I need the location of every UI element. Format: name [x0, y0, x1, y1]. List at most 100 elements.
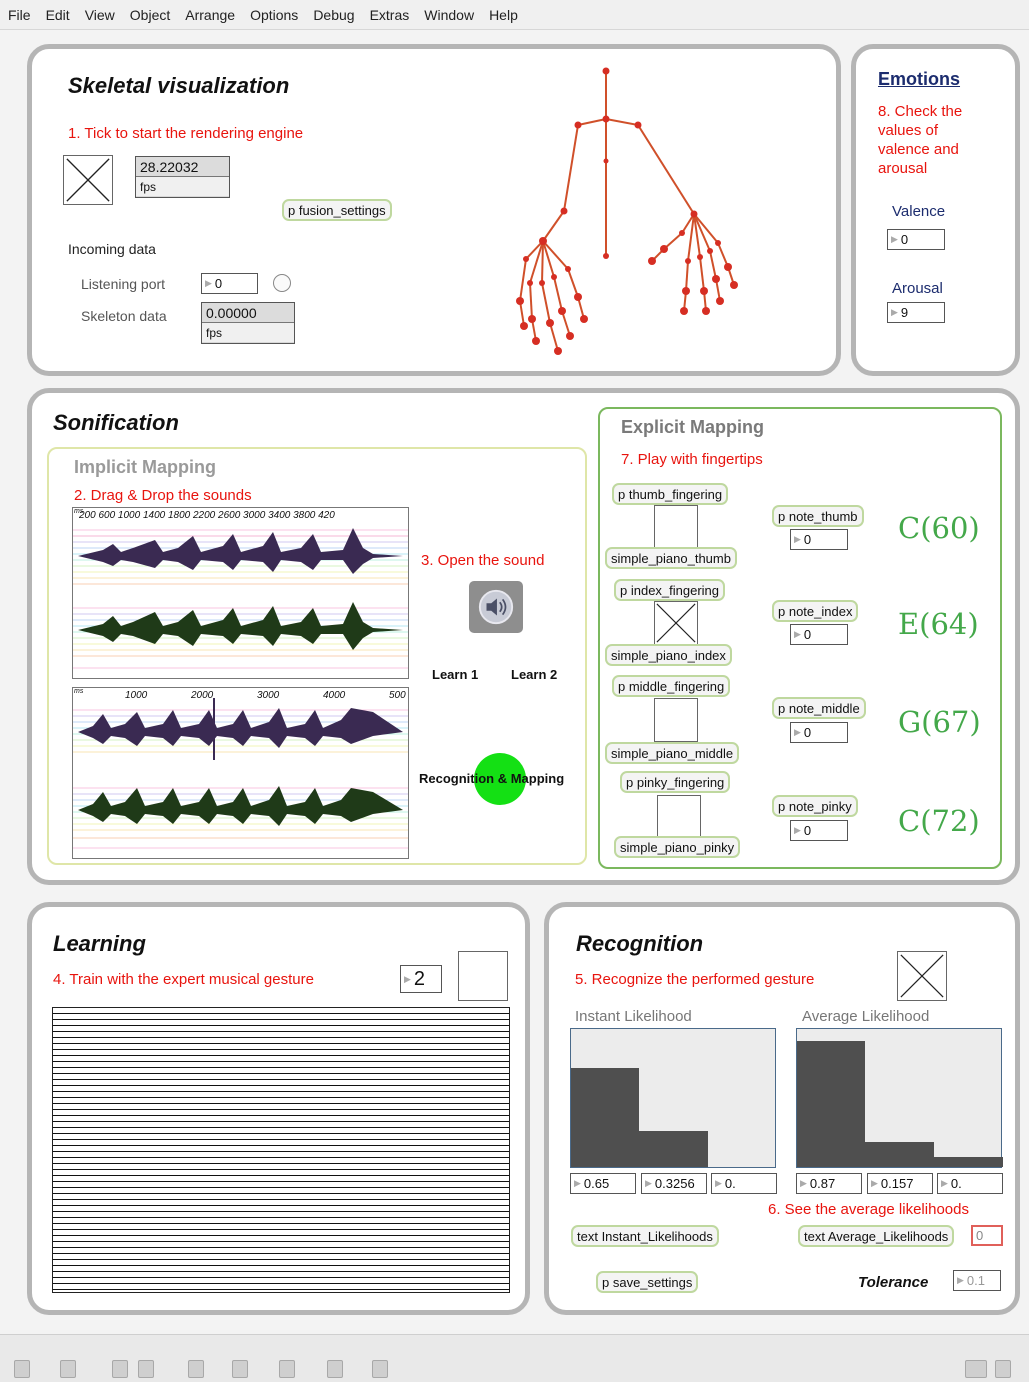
thumb-fingering-button[interactable]: p thumb_fingering — [612, 483, 729, 505]
index-toggle[interactable] — [654, 601, 698, 645]
pinky-fingering-button[interactable]: p pinky_fingering — [620, 771, 731, 793]
index-fingering-button[interactable]: p index_fingering — [614, 579, 726, 601]
pinky-toggle[interactable] — [657, 795, 701, 839]
instant-value-3[interactable]: ▶ 0. — [711, 1173, 777, 1194]
note-thumb-label: C(60) — [898, 511, 980, 545]
note-pinky-label: C(72) — [898, 804, 980, 838]
split-view-icon[interactable] — [965, 1360, 987, 1378]
light-bulb-icon[interactable] — [372, 1360, 388, 1378]
note-pinky-button[interactable]: p note_pinky — [772, 795, 858, 817]
skeleton-display: 0.00000 fps — [201, 302, 295, 344]
average-value-2-text: 0.157 — [880, 1176, 914, 1191]
explicit-mapping-box: Explicit Mapping 7. Play with fingertips… — [598, 407, 1002, 869]
average-value-3[interactable]: ▶ 0. — [937, 1173, 1003, 1194]
note-middle-input[interactable]: ▶ 0 — [790, 722, 848, 743]
note-middle-value: 0 — [803, 725, 812, 740]
fps-unit: fps — [136, 177, 229, 196]
text-average-likelihoods-button[interactable]: text Average_Likelihoods — [798, 1225, 955, 1247]
waveform-2-graphic — [73, 698, 408, 849]
window-toggle-icon[interactable] — [995, 1360, 1011, 1378]
middle-toggle[interactable] — [654, 698, 698, 742]
menu-window[interactable]: Window — [424, 7, 474, 23]
instant-value-2[interactable]: ▶ 0.3256 — [641, 1173, 707, 1194]
info-icon[interactable] — [232, 1360, 248, 1378]
render-toggle[interactable] — [63, 155, 113, 205]
average-likelihood-graph[interactable] — [796, 1028, 1003, 1168]
note-index-input[interactable]: ▶ 0 — [790, 624, 848, 645]
number-arrow-icon: ▶ — [871, 1178, 878, 1188]
menu-object[interactable]: Object — [130, 7, 170, 23]
learning-data-view — [52, 1007, 510, 1293]
instant-likelihood-graph[interactable] — [570, 1028, 776, 1168]
save-settings-button[interactable]: p save_settings — [596, 1271, 699, 1293]
listening-port-value: 0 — [214, 276, 223, 291]
arousal-input[interactable]: ▶ 9 — [887, 302, 945, 323]
tolerance-input[interactable]: ▶ 0.1 — [953, 1270, 1001, 1291]
status-bar — [0, 1334, 1029, 1382]
average-value-1[interactable]: ▶ 0.87 — [796, 1173, 862, 1194]
instant-value-1[interactable]: ▶ 0.65 — [570, 1173, 636, 1194]
simple-piano-pinky-button[interactable]: simple_piano_pinky — [614, 836, 741, 858]
learning-toggle[interactable] — [458, 951, 508, 1001]
simple-piano-thumb-button[interactable]: simple_piano_thumb — [605, 547, 737, 569]
menu-file[interactable]: File — [8, 7, 31, 23]
menu-view[interactable]: View — [85, 7, 115, 23]
note-thumb-button[interactable]: p note_thumb — [772, 505, 864, 527]
fusion-settings-button[interactable]: p fusion_settings — [282, 199, 392, 221]
simple-piano-index-button[interactable]: simple_piano_index — [605, 644, 732, 666]
note-pinky-input[interactable]: ▶ 0 — [790, 820, 848, 841]
menu-extras[interactable]: Extras — [370, 7, 410, 23]
presentation-icon[interactable] — [60, 1360, 76, 1378]
learn2-label[interactable]: Learn 2 — [511, 667, 557, 682]
note-index-button[interactable]: p note_index — [772, 600, 859, 622]
step6-label: 6. See the average likelihoods — [768, 1201, 969, 1218]
recognition-mapping-label: Recognition & Mapping — [419, 771, 565, 786]
instant-likelihood-label: Instant Likelihood — [575, 1008, 692, 1025]
learning-number-input[interactable]: ▶ 2 — [400, 965, 442, 993]
menu-help[interactable]: Help — [489, 7, 518, 23]
average-count-value: 0 — [976, 1228, 984, 1243]
tolerance-value: 0.1 — [966, 1273, 985, 1288]
learn1-label[interactable]: Learn 1 — [432, 667, 478, 682]
inspector-icon[interactable] — [279, 1360, 295, 1378]
menu-edit[interactable]: Edit — [46, 7, 70, 23]
note-thumb-input[interactable]: ▶ 0 — [790, 529, 848, 550]
number-arrow-icon: ▶ — [715, 1178, 722, 1188]
menu-options[interactable]: Options — [250, 7, 298, 23]
middle-fingering-button[interactable]: p middle_fingering — [612, 675, 731, 697]
step4-label: 4. Train with the expert musical gesture — [53, 971, 314, 988]
average-value-1-text: 0.87 — [809, 1176, 836, 1191]
skeleton-view — [516, 67, 738, 355]
debug-icon[interactable] — [188, 1360, 204, 1378]
clear-icon[interactable] — [138, 1360, 154, 1378]
menu-debug[interactable]: Debug — [313, 7, 354, 23]
average-bar-3 — [934, 1157, 1003, 1167]
average-bar-1 — [797, 1041, 865, 1167]
average-count-input[interactable]: 0 — [971, 1225, 1003, 1246]
valence-input[interactable]: ▶ 0 — [887, 229, 945, 250]
average-value-2[interactable]: ▶ 0.157 — [867, 1173, 933, 1194]
arousal-label: Arousal — [892, 280, 943, 297]
patch-cord-icon[interactable] — [112, 1360, 128, 1378]
menu-arrange[interactable]: Arrange — [185, 7, 235, 23]
sound-waveform-1[interactable]: 200 600 1000 1400 1800 2200 2600 3000 34… — [72, 507, 409, 679]
instant-bar-1 — [571, 1068, 639, 1167]
status-led[interactable] — [273, 274, 291, 292]
number-arrow-icon: ▶ — [794, 534, 801, 544]
recognition-toggle[interactable] — [897, 951, 947, 1001]
implicit-mapping-box: Implicit Mapping 2. Drag & Drop the soun… — [47, 447, 587, 865]
note-pinky-value: 0 — [803, 823, 812, 838]
sound-waveform-2[interactable]: ms 1000 2000 3000 4000 500 — [72, 687, 409, 859]
number-arrow-icon: ▶ — [645, 1178, 652, 1188]
note-thumb-value: 0 — [803, 532, 812, 547]
thumb-toggle[interactable] — [654, 505, 698, 549]
simple-piano-middle-button[interactable]: simple_piano_middle — [605, 742, 740, 764]
lock-icon[interactable] — [14, 1360, 30, 1378]
listening-port-input[interactable]: ▶ 0 — [201, 273, 258, 294]
average-bar-2 — [865, 1142, 934, 1167]
text-instant-likelihoods-button[interactable]: text Instant_Likelihoods — [571, 1225, 719, 1247]
note-middle-button[interactable]: p note_middle — [772, 697, 866, 719]
skeletal-panel: Skeletal visualization 1. Tick to start … — [27, 44, 841, 376]
open-sound-button[interactable] — [469, 581, 523, 633]
grid-icon[interactable] — [327, 1360, 343, 1378]
